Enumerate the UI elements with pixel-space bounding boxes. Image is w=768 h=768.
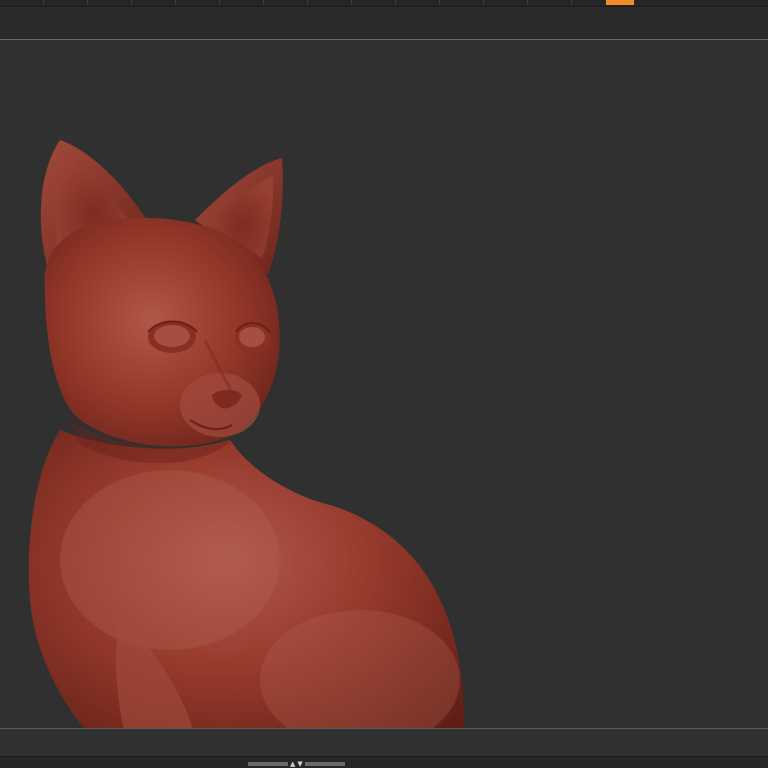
tab-segment[interactable] — [132, 0, 176, 5]
tab-segment[interactable] — [352, 0, 396, 5]
arrow-down-icon[interactable]: ▼ — [297, 761, 302, 768]
bottom-tray-bar: ▲ ▼ — [0, 756, 768, 768]
tab-segment[interactable] — [44, 0, 88, 5]
tab-segment[interactable] — [88, 0, 132, 5]
handle-bar-left — [248, 762, 288, 766]
cat-sculpt-model[interactable] — [0, 40, 768, 728]
tab-segment[interactable] — [0, 0, 44, 5]
tab-segment[interactable] — [484, 0, 528, 5]
tab-segment[interactable] — [396, 0, 440, 5]
3d-viewport[interactable] — [0, 40, 768, 728]
tab-segment[interactable] — [176, 0, 220, 5]
handle-bar-right — [304, 762, 345, 766]
top-tab-strip — [0, 0, 768, 7]
tab-segment[interactable] — [220, 0, 264, 5]
viewport-bottom-divider — [0, 728, 768, 729]
toolbar-band — [0, 7, 768, 39]
tray-toggle-handle[interactable]: ▲ ▼ — [248, 761, 345, 768]
tab-segment[interactable] — [308, 0, 352, 5]
tab-segment[interactable] — [440, 0, 484, 5]
sculpt-app-window: ▲ ▼ — [0, 0, 768, 768]
tab-segment[interactable] — [528, 0, 572, 5]
tab-segment[interactable] — [264, 0, 308, 5]
active-tab-indicator[interactable] — [606, 0, 634, 5]
arrow-up-icon[interactable]: ▲ — [290, 761, 295, 768]
